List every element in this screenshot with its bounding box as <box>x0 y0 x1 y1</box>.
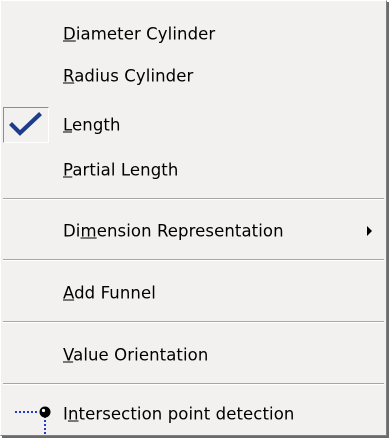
menu-separator <box>3 321 384 323</box>
menu-separator <box>3 259 384 261</box>
checkmark-icon <box>9 112 42 136</box>
menu-item-add-funnel[interactable]: Add Funnel <box>1 273 386 313</box>
menu-item-radius-cylinder[interactable]: Radius Cylinder <box>1 56 386 96</box>
menu-item-dimension-representation[interactable]: Dimension Representation <box>1 211 386 251</box>
menu-item-label: Value Orientation <box>63 345 209 365</box>
menu-item-label: Intersection point detection <box>63 404 295 424</box>
menu-item-intersection-point-detection[interactable]: Intersection point detection <box>1 394 386 436</box>
menu-item-label: Length <box>63 115 121 135</box>
menu-item-label: Partial Length <box>63 160 179 180</box>
checked-indicator <box>3 107 49 143</box>
menu-item-diameter-cylinder[interactable]: Diameter Cylinder <box>1 14 386 54</box>
submenu-arrow-icon <box>367 226 372 236</box>
menu-item-label: Add Funnel <box>63 283 156 303</box>
menu-item-length[interactable]: Length <box>1 105 386 145</box>
menu-item-label: Diameter Cylinder <box>63 24 216 44</box>
intersection-point-icon <box>15 406 51 436</box>
menu-separator <box>3 383 384 385</box>
menu-separator <box>3 198 384 200</box>
menu-item-label: Radius Cylinder <box>63 66 194 86</box>
menu-item-label: Dimension Representation <box>63 221 284 241</box>
menu-item-partial-length[interactable]: Partial Length <box>1 150 386 190</box>
menu-item-value-orientation[interactable]: Value Orientation <box>1 335 386 375</box>
context-menu: Diameter Cylinder Radius Cylinder Length… <box>0 0 387 436</box>
